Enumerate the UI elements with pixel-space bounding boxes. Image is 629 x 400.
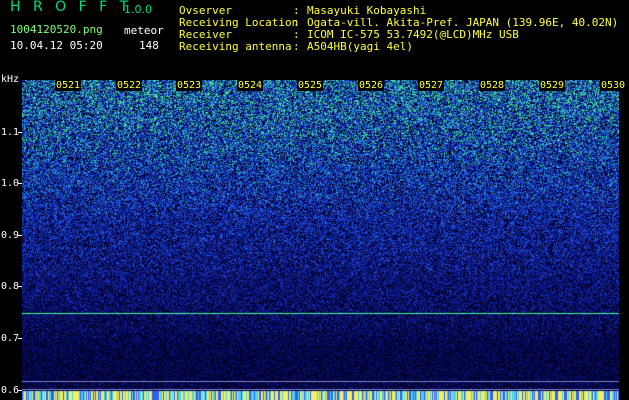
time-label: 0529 xyxy=(539,80,566,91)
info-key: Receiving antenna xyxy=(179,40,292,53)
time-label: 0526 xyxy=(358,80,385,91)
frequency-tick-label: 0.7 xyxy=(1,333,20,344)
meteor-count-value: 148 xyxy=(139,39,159,52)
time-label: 0528 xyxy=(479,80,506,91)
file-name: 1004120520.png xyxy=(10,23,103,36)
time-label: 0525 xyxy=(297,80,324,91)
meteor-count-label: meteor xyxy=(124,24,164,37)
frequency-tick-label: 0.8 xyxy=(1,281,20,292)
time-label: 0530 xyxy=(600,80,627,91)
frequency-tick-label: 0.9 xyxy=(1,230,20,241)
time-label: 0524 xyxy=(237,80,264,91)
time-label: 0521 xyxy=(55,80,82,91)
app-version: 1.0.0 xyxy=(124,3,152,16)
hroft-window: H R O F F T 1.0.0 1004120520.png meteor … xyxy=(0,0,629,400)
time-label: 0523 xyxy=(176,80,203,91)
date-time: 10.04.12 05:20 xyxy=(10,39,103,52)
app-title: H R O F F T xyxy=(10,0,133,15)
spectrogram-display xyxy=(22,80,619,400)
time-label: 0527 xyxy=(418,80,445,91)
frequency-tick-label: 0.6 xyxy=(1,385,20,396)
info-row-antenna: Receiving antenna: A504HB(yagi 4el) xyxy=(179,40,413,53)
info-value: A504HB(yagi 4el) xyxy=(307,40,413,53)
frequency-tick-label: 1.0 xyxy=(1,178,20,189)
info-sep: : xyxy=(293,40,300,53)
time-label: 0522 xyxy=(116,80,143,91)
frequency-tick-label: 1.1 xyxy=(1,127,20,138)
frequency-unit-label: kHz xyxy=(1,74,20,85)
